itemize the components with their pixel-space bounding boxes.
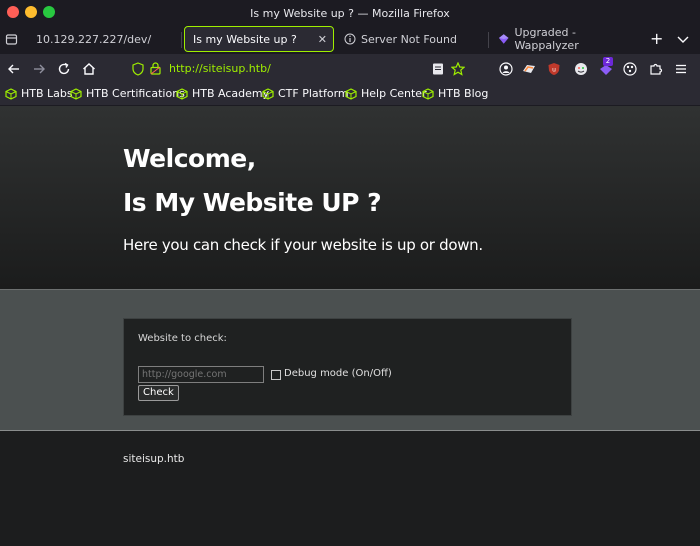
check-button[interactable]: Check [138,385,179,401]
bookmark-label: CTF Platform [278,87,349,100]
close-window-button[interactable] [7,6,19,18]
account-icon[interactable] [499,62,513,76]
hamburger-menu-icon[interactable] [674,62,688,76]
htb-cube-icon [176,87,188,100]
bookmark-label: HTB Blog [438,87,489,100]
window-title: Is my Website up ? — Mozilla Firefox [250,6,450,20]
extensions-puzzle-icon[interactable] [649,62,663,76]
debug-mode-label: Debug mode (On/Off) [284,368,392,379]
window-titlebar: Is my Website up ? — Mozilla Firefox [0,0,700,26]
debug-mode-checkbox[interactable] [271,370,281,380]
tab-label: Upgraded - Wappalyzer [514,26,579,52]
tab-list-icon[interactable] [5,33,18,46]
htb-cube-icon [70,87,82,100]
cookie-editor-icon[interactable] [522,62,536,76]
htb-cube-icon [422,87,434,100]
navigation-toolbar: http://siteisup.htb/ u 2 [0,54,700,84]
window-controls [7,6,55,18]
bookmark-htb-academy[interactable]: HTB Academy [176,87,269,100]
bookmark-ctf-platform[interactable]: CTF Platform [262,87,349,100]
page-title: Is My Website UP ? [123,188,382,217]
dark-reader-icon[interactable] [623,62,637,76]
check-form: Website to check: Debug mode (On/Off) Ch… [123,318,572,416]
extension-badge: 2 [603,57,613,66]
footer-text: siteisup.htb [123,453,185,465]
tab-wappalyzer[interactable]: Upgraded - Wappalyzer [490,26,638,52]
minimize-window-button[interactable] [25,6,37,18]
welcome-heading: Welcome, [123,144,256,173]
bookmark-help-center[interactable]: Help Center [345,87,427,100]
new-tab-icon[interactable]: + [650,29,663,48]
bookmark-star-icon[interactable] [451,62,465,76]
page-content: Welcome, Is My Website UP ? Here you can… [0,106,700,546]
tab-separator [488,32,489,48]
tab-server-not-found[interactable]: Server Not Found [336,26,486,52]
htb-cube-icon [5,87,17,100]
wappalyzer-icon [498,34,509,44]
foxyproxy-icon[interactable] [574,62,588,76]
lock-icon[interactable] [150,62,161,75]
tab-label: 10.129.227.227/dev/ [36,32,152,46]
reader-view-icon[interactable] [431,62,445,76]
svg-text:u: u [552,67,556,74]
list-all-tabs-icon[interactable] [677,35,689,45]
forward-icon[interactable] [31,61,47,77]
tab-strip: 10.129.227.227/dev/ Is my Website up ? ✕… [0,26,700,54]
tab-label: Server Not Found [361,32,457,46]
info-icon [344,33,356,45]
htb-cube-icon [262,87,274,100]
bookmark-htb-certifications[interactable]: HTB Certifications [70,87,185,100]
tracking-protection-shield-icon[interactable] [132,62,144,76]
close-icon[interactable]: ✕ [318,33,327,46]
home-icon[interactable] [81,61,97,77]
reload-icon[interactable] [56,61,72,77]
url-bar[interactable]: http://siteisup.htb/ [169,62,271,75]
bookmark-label: HTB Certifications [86,87,185,100]
bookmarks-toolbar: HTB Labs HTB Certifications HTB Academy … [0,84,700,106]
ublock-origin-icon[interactable]: u [547,62,561,76]
hero-subtitle: Here you can check if your website is up… [123,236,483,254]
bookmark-htb-blog[interactable]: HTB Blog [422,87,488,100]
tab-dev[interactable]: 10.129.227.227/dev/ [28,26,178,52]
bookmark-label: HTB Labs [21,87,73,100]
tab-separator [181,32,182,48]
htb-cube-icon [345,87,357,100]
tab-label: Is my Website up ? [193,32,297,46]
page-footer: siteisup.htb [0,431,700,546]
website-input[interactable] [138,366,264,383]
website-label: Website to check: [138,333,227,344]
bookmark-label: HTB Academy [192,87,270,100]
hero-section: Welcome, Is My Website UP ? Here you can… [0,106,700,289]
back-icon[interactable] [6,61,22,77]
tab-is-my-website-up[interactable]: Is my Website up ? ✕ [184,26,334,52]
bookmark-label: Help Center [361,87,427,100]
bookmark-htb-labs[interactable]: HTB Labs [5,87,73,100]
maximize-window-button[interactable] [43,6,55,18]
